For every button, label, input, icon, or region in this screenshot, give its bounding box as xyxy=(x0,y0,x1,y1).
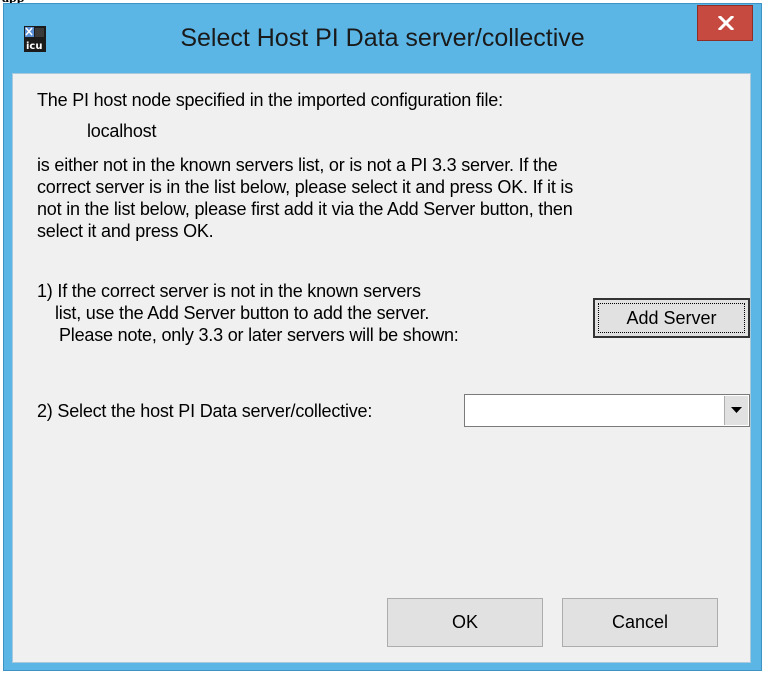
explanation-line-1: is either not in the known servers list,… xyxy=(37,155,558,175)
step1-line-3: Please note, only 3.3 or later servers w… xyxy=(59,325,459,345)
close-button[interactable] xyxy=(697,5,753,41)
explanation-line-2: correct server is in the list below, ple… xyxy=(37,177,574,197)
host-node-name: localhost xyxy=(87,121,157,141)
step2-label: 2) Select the host PI Data server/collec… xyxy=(37,401,373,421)
cancel-label: Cancel xyxy=(611,612,669,632)
svg-text:icu: icu xyxy=(26,41,42,52)
explanation-line-4: select it and press OK. xyxy=(37,221,214,241)
chevron-down-icon xyxy=(731,407,742,413)
intro-text: The PI host node specified in the import… xyxy=(37,90,503,110)
add-server-label: Add Server xyxy=(626,308,717,328)
dropdown-arrow-button[interactable] xyxy=(724,396,748,425)
add-server-button[interactable]: Add Server xyxy=(593,298,750,338)
ok-button[interactable]: OK xyxy=(387,598,543,647)
dialog-body: The PI host node specified in the import… xyxy=(12,73,751,663)
cancel-button[interactable]: Cancel xyxy=(562,598,718,647)
close-icon xyxy=(718,16,734,30)
title-bar[interactable]: icu Select Host PI Data server/collectiv… xyxy=(4,4,761,72)
dialog-window: icu Select Host PI Data server/collectiv… xyxy=(3,3,762,671)
step1-line-1: 1) If the correct server is not in the k… xyxy=(37,281,421,301)
ok-label: OK xyxy=(451,612,478,632)
step1-line-2: list, use the Add Server button to add t… xyxy=(55,303,430,323)
icu-app-icon: icu xyxy=(24,26,46,52)
explanation-line-3: not in the list below, please first add … xyxy=(37,199,573,219)
host-server-dropdown[interactable] xyxy=(464,394,750,427)
window-title: Select Host PI Data server/collective xyxy=(180,24,585,52)
